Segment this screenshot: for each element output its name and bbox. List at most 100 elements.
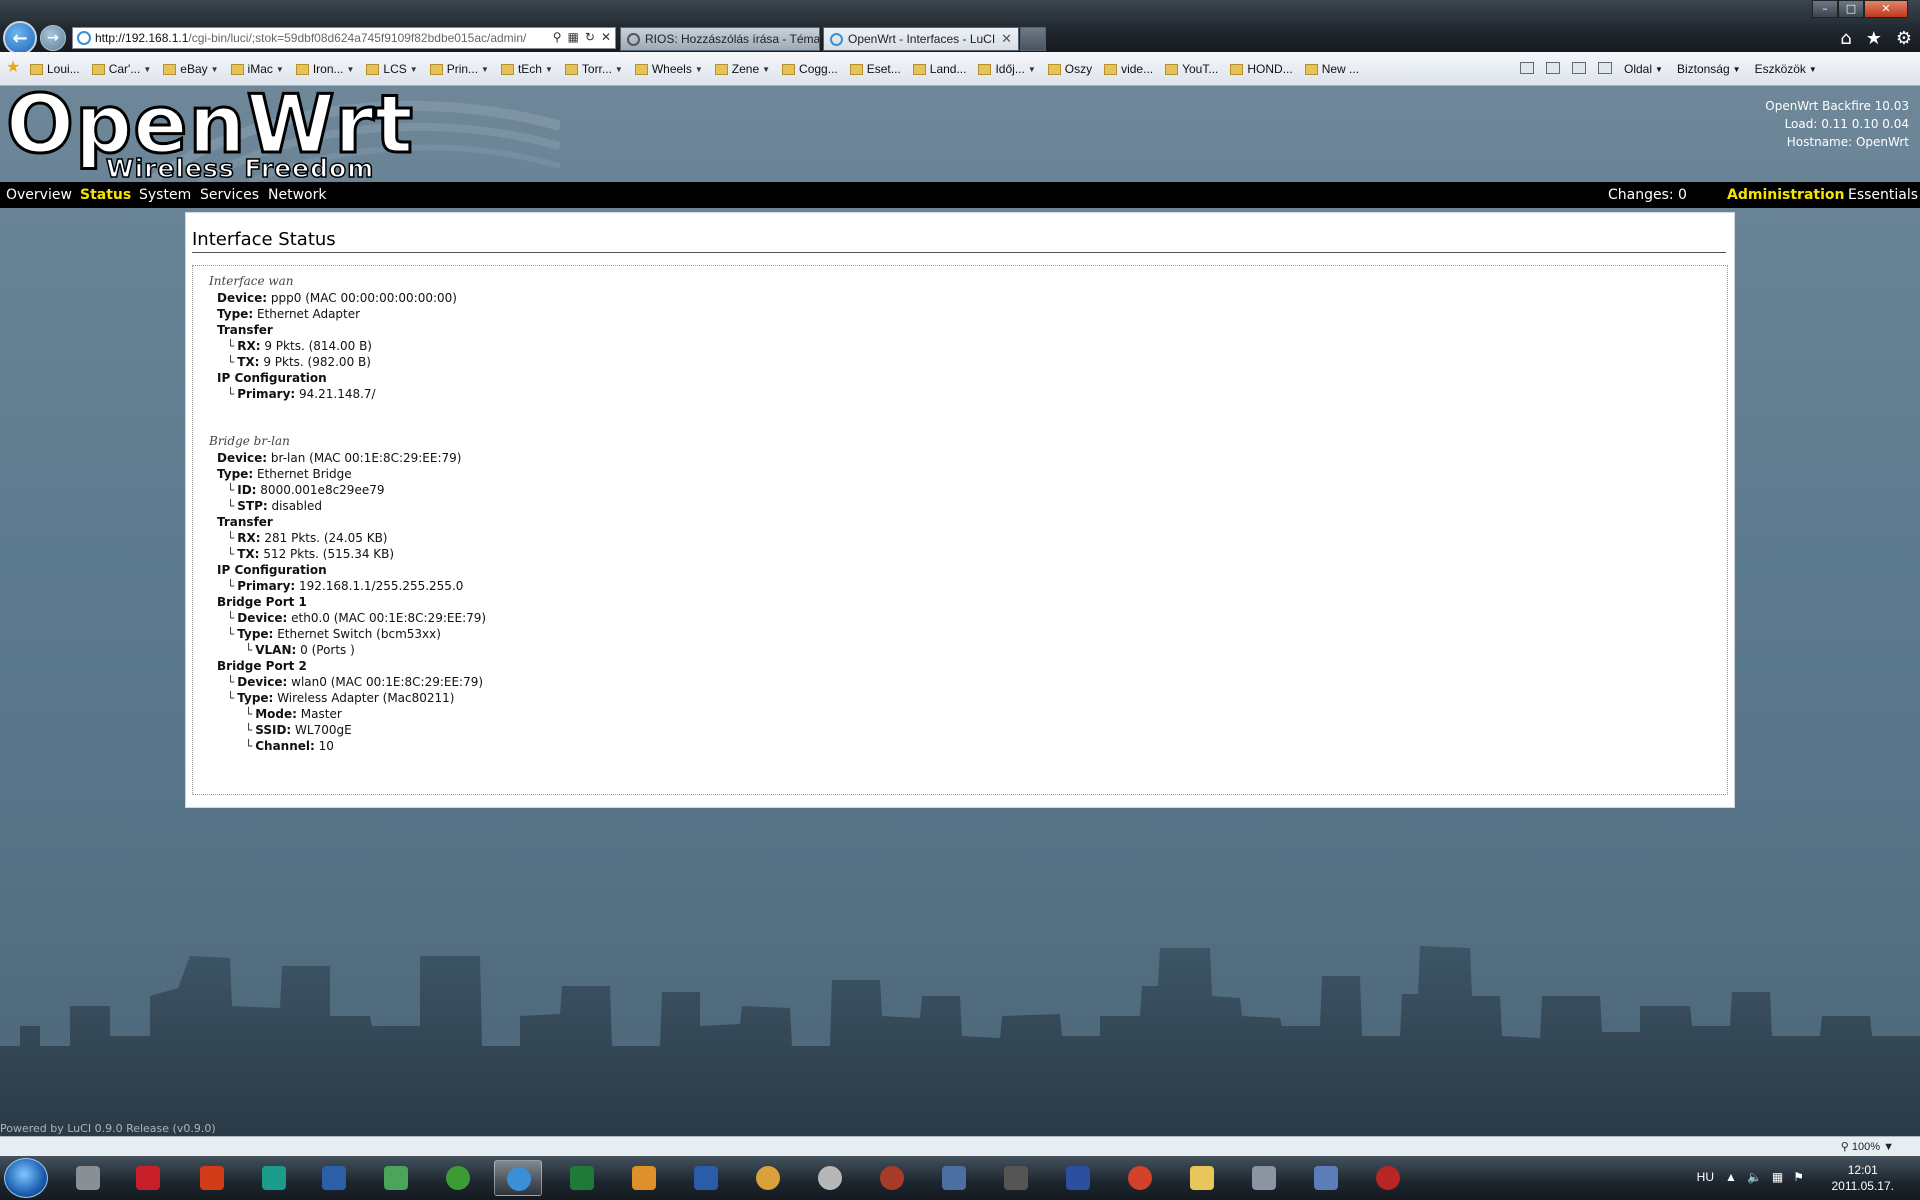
favorite-item[interactable]: New ... <box>1304 62 1359 76</box>
favorite-item[interactable]: iMac ▼ <box>230 62 284 76</box>
favorite-item[interactable]: Eset... <box>849 62 901 76</box>
home-icon[interactable] <box>1520 62 1534 74</box>
favorite-item[interactable]: tEch ▼ <box>500 62 553 76</box>
taskbar-app-network[interactable] <box>1364 1160 1412 1196</box>
favorite-item[interactable]: Iron... ▼ <box>295 62 354 76</box>
stop-icon[interactable]: ✕ <box>601 30 611 44</box>
value: Ethernet Adapter <box>256 307 361 321</box>
label: Transfer <box>217 323 273 337</box>
nav-essentials[interactable]: Essentials <box>1848 187 1918 203</box>
favorite-item[interactable]: Car'... ▼ <box>91 62 151 76</box>
command-tools[interactable]: Eszközök ▼ <box>1755 62 1817 76</box>
nav-system[interactable]: System <box>139 187 191 203</box>
taskbar-app-domvatt[interactable] <box>188 1160 236 1196</box>
favorite-item[interactable]: Cogg... <box>782 62 838 76</box>
back-button[interactable]: ← <box>3 21 37 55</box>
label: Bridge Port 2 <box>217 659 307 673</box>
chevron-up-icon[interactable]: ▲ <box>1725 1170 1737 1184</box>
favorite-item[interactable]: eBay ▼ <box>163 62 219 76</box>
taskbar-app-wilo[interactable] <box>250 1160 298 1196</box>
favorite-item[interactable]: Prin... ▼ <box>429 62 489 76</box>
taskbar-app-internet-explorer[interactable] <box>494 1160 542 1196</box>
network-icon[interactable]: ▦ <box>1772 1170 1783 1184</box>
firmware-version: OpenWrt Backfire 10.03 <box>1765 99 1909 113</box>
browser-tab[interactable]: RIOS: Hozzászólás írása - Téma... <box>620 27 820 51</box>
changes-count[interactable]: Changes: 0 <box>1608 187 1687 203</box>
nav-administration[interactable]: Administration <box>1727 187 1844 203</box>
favorite-item[interactable]: Loui... <box>30 62 80 76</box>
value: eth0.0 (MAC 00:1E:8C:29:EE:79) <box>291 611 487 625</box>
favorite-item[interactable]: Wheels ▼ <box>634 62 703 76</box>
compat-view-icon[interactable]: ▦ <box>568 30 579 44</box>
browser-statusbar: ⚲ 100% ▼ <box>0 1136 1920 1156</box>
favorite-item[interactable]: Zene ▼ <box>714 62 770 76</box>
favorites-star-icon[interactable]: ★ <box>6 60 22 76</box>
print-icon[interactable] <box>1598 62 1612 74</box>
taskbar-app-ccleaner[interactable] <box>1116 1160 1164 1196</box>
nav-services[interactable]: Services <box>200 187 259 203</box>
favorite-item[interactable]: Időj... ▼ <box>978 62 1036 76</box>
gear-icon[interactable]: ⚙ <box>1896 28 1912 49</box>
browser-tab-active[interactable]: OpenWrt - Interfaces - LuCI ✕ <box>823 27 1019 51</box>
nav-network[interactable]: Network <box>268 187 326 203</box>
nav-overview[interactable]: Overview <box>6 187 72 203</box>
feeds-icon[interactable] <box>1546 62 1560 74</box>
command-label: Biztonság <box>1676 62 1730 76</box>
volume-icon[interactable]: 🔈 <box>1747 1170 1762 1184</box>
nav-status[interactable]: Status <box>80 187 131 203</box>
new-tab-button[interactable] <box>1020 27 1046 51</box>
flag-icon[interactable]: ⚑ <box>1793 1170 1804 1184</box>
maximize-button[interactable]: □ <box>1838 0 1864 18</box>
taskbar-app-globe[interactable] <box>868 1160 916 1196</box>
taskbar-app-media[interactable] <box>930 1160 978 1196</box>
start-button[interactable] <box>4 1158 48 1198</box>
command-security[interactable]: Biztonság ▼ <box>1677 62 1741 76</box>
taskbar-app-phone[interactable] <box>992 1160 1040 1196</box>
favorite-item[interactable]: YouT... <box>1165 62 1218 76</box>
taskbar-app-excel[interactable] <box>558 1160 606 1196</box>
address-bar[interactable]: http://192.168.1.1/cgi-bin/luci/;stok=59… <box>72 27 616 49</box>
refresh-icon[interactable]: ↻ <box>585 30 595 44</box>
favorite-item[interactable]: HOND... <box>1230 62 1293 76</box>
language-indicator[interactable]: HU <box>1697 1170 1714 1184</box>
clock[interactable]: 12:01 2011.05.17. <box>1831 1162 1894 1194</box>
zoom-level[interactable]: ⚲ 100% ▼ <box>1841 1140 1894 1153</box>
search-icon[interactable]: ⚲ <box>553 30 562 44</box>
label: Transfer <box>217 515 273 529</box>
site-icon <box>912 63 926 75</box>
taskbar-app-scanner[interactable] <box>1302 1160 1350 1196</box>
command-page[interactable]: Oldal ▼ <box>1624 62 1663 76</box>
taskbar-app-utorrent[interactable] <box>434 1160 482 1196</box>
taskbar-app-dvd[interactable] <box>806 1160 854 1196</box>
chevron-down-icon: ▼ <box>1655 64 1663 74</box>
chevron-down-icon: ▼ <box>210 64 219 74</box>
taskbar-app-tools[interactable] <box>1240 1160 1288 1196</box>
favorite-item[interactable]: vide... <box>1104 62 1153 76</box>
favorite-item[interactable]: Land... <box>912 62 966 76</box>
label: Device: <box>217 451 268 465</box>
mail-icon[interactable] <box>1572 62 1586 74</box>
taskbar-app-outlook[interactable] <box>620 1160 668 1196</box>
favorites-list: Loui... Car'... ▼ eBay ▼ iMac ▼ Iron... ▼ LCS ▼ Pri… <box>30 62 1371 76</box>
favorite-item[interactable]: Oszy <box>1047 62 1092 76</box>
address-text[interactable]: http://192.168.1.1/cgi-bin/luci/;stok=59… <box>95 31 535 45</box>
taskbar-app-explorer[interactable] <box>1178 1160 1226 1196</box>
folder-icon <box>634 63 648 75</box>
close-tab-icon[interactable]: ✕ <box>1001 31 1012 47</box>
minimize-button[interactable]: – <box>1812 0 1838 18</box>
browser-titlebar: – □ ✕ ← → http://192.168.1.1/cgi-bin/luc… <box>0 0 1920 55</box>
taskbar-app-pdf[interactable] <box>124 1160 172 1196</box>
home-icon[interactable]: ⌂ <box>1840 28 1851 49</box>
taskbar-app-word[interactable] <box>682 1160 730 1196</box>
taskbar-app-camera[interactable] <box>64 1160 112 1196</box>
favorite-item[interactable]: LCS ▼ <box>366 62 418 76</box>
taskbar-app-messenger[interactable] <box>372 1160 420 1196</box>
taskbar-app-mascot[interactable] <box>744 1160 792 1196</box>
forward-button[interactable]: → <box>40 25 66 51</box>
favorite-item[interactable]: Torr... ▼ <box>564 62 623 76</box>
close-window-button[interactable]: ✕ <box>1864 0 1908 18</box>
favorites-star-icon[interactable]: ★ <box>1866 28 1882 49</box>
taskbar-app-save[interactable] <box>1054 1160 1102 1196</box>
value: 281 Pkts. (24.05 KB) <box>264 531 388 545</box>
taskbar-app-cad[interactable] <box>310 1160 358 1196</box>
